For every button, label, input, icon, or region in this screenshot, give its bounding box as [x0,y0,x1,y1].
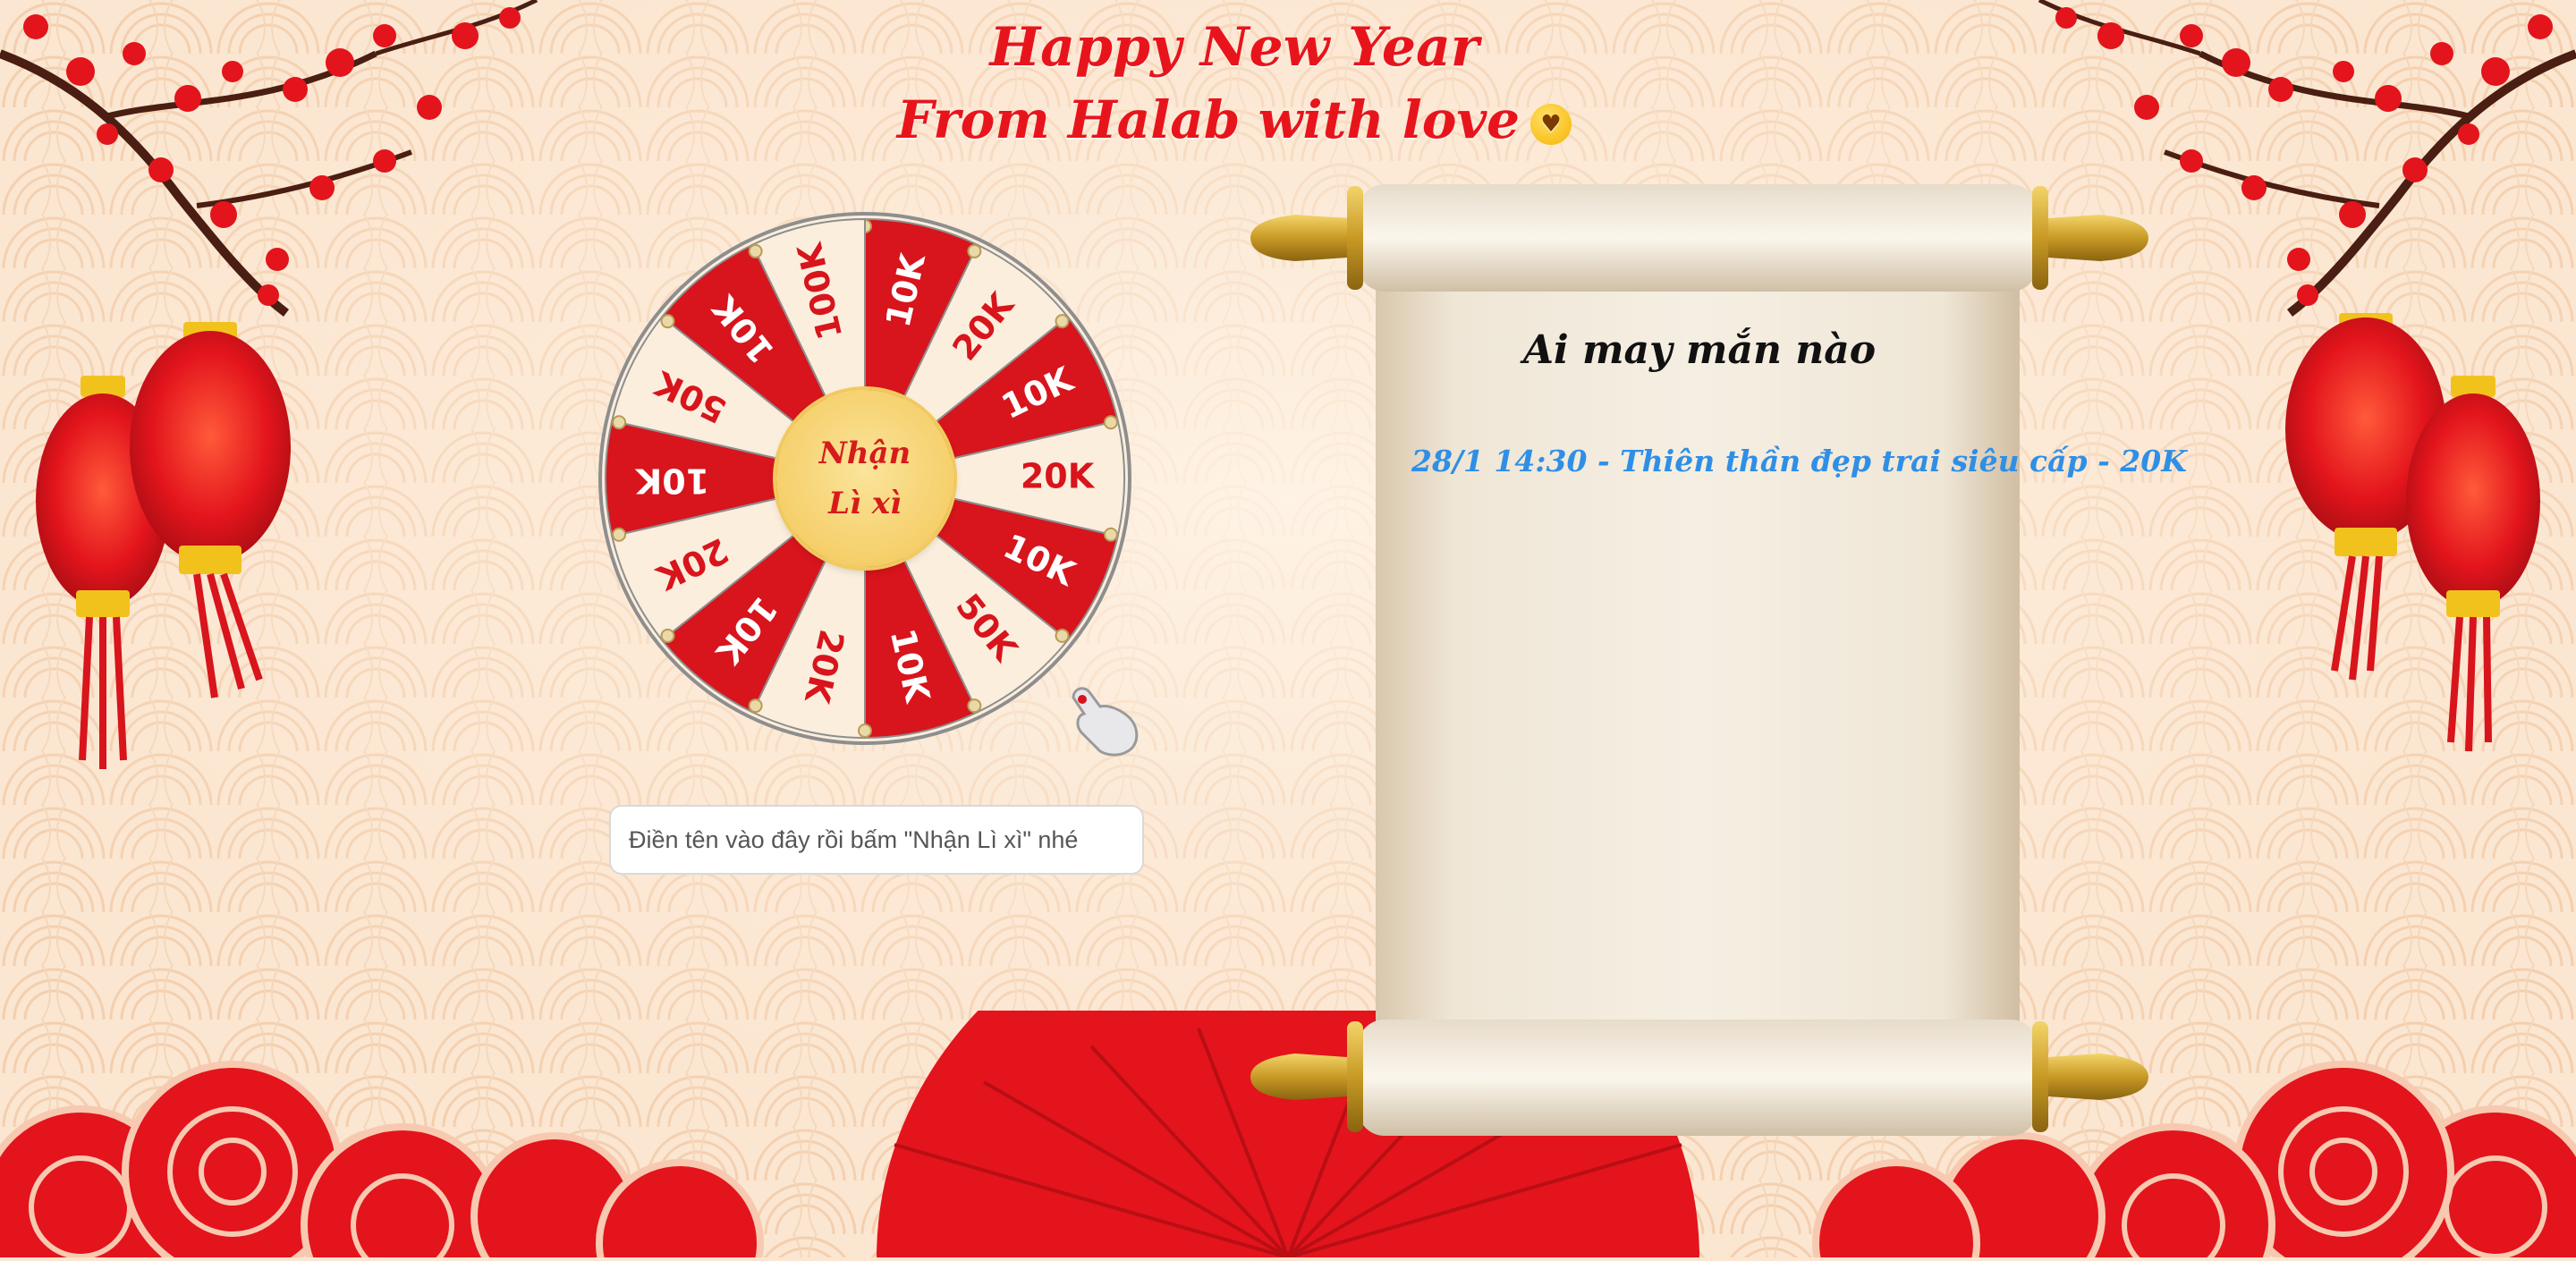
page-title: Happy New Year [989,16,1479,79]
winner-entry: 28/1 14:30 - Thiên thần đẹp trai siêu cấ… [1411,444,2187,478]
wheel-bulb [1103,527,1118,542]
kiss-emoji-icon: ♥ [1530,104,1572,145]
lucky-wheel: 10K 20K 10K 20K 10K 50K 10K 20K 10K 20K 10K 50K 10K 1… [596,209,1134,748]
spin-button-line2: Lì xì [828,486,902,521]
wheel-bulb [612,415,627,430]
wheel-segment-label: 20K [1021,457,1096,496]
spin-button-line1: Nhận [818,436,911,471]
wheel-bulb [660,628,675,643]
subtitle-text: From Halab with love [896,89,1521,150]
wheel-bulb [967,243,982,258]
lantern-right-icon [2263,295,2549,778]
hand-pointer-icon [1064,680,1145,764]
page-subtitle: From Halab with love ♥ [0,89,2522,150]
wheel-bulb [612,527,627,542]
wheel-segment-label: 10K [634,461,709,501]
wheel-bulb [1055,314,1070,329]
wheel-bulb [858,724,872,738]
spin-button[interactable]: Nhận Lì xì [776,390,953,567]
wheel-bulb [748,698,763,714]
lantern-left-icon [27,295,313,778]
wheel-bulb [1055,628,1070,643]
winners-title: Ai may mắn nào [1522,327,1877,373]
winners-scroll: Ai may mắn nào 28/1 14:30 - Thiên thần đ… [1250,175,2187,1141]
name-input[interactable] [609,805,1144,875]
wheel-bulb [1103,415,1118,430]
wheel-bulb [967,698,982,714]
wheel-bulb [748,243,763,258]
wheel-bulb [660,314,675,329]
